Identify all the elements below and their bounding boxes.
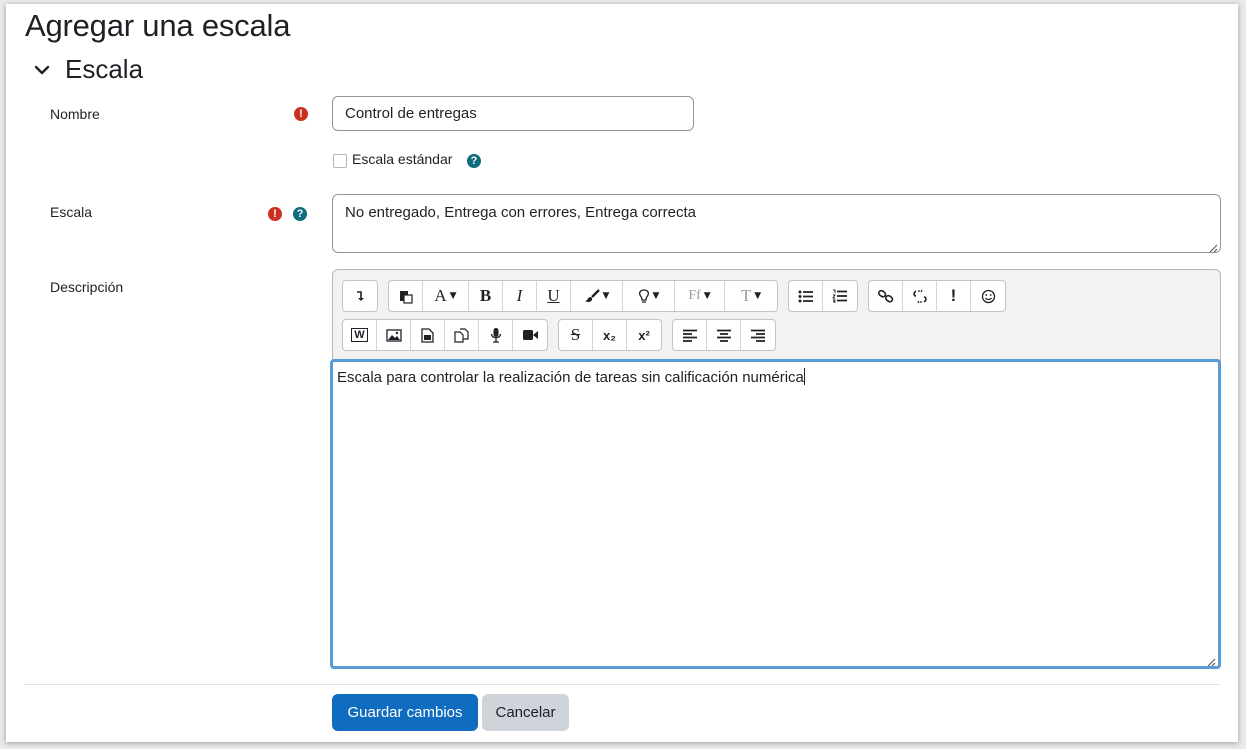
unlink-button[interactable] [903,281,937,311]
font-letter-icon: A [434,286,447,305]
toolbar-group [788,280,858,312]
strikethrough-button[interactable]: S [559,320,593,350]
align-right-icon [751,329,765,342]
divider [24,684,1220,685]
lightbulb-icon [638,288,649,303]
emoji-button[interactable] [971,281,1005,311]
font-size-button[interactable]: T ▼ [725,281,777,311]
bold-button[interactable]: B [469,281,503,311]
list-ul-icon [798,290,813,302]
insert-media-button[interactable] [411,320,445,350]
cancel-button[interactable]: Cancelar [482,694,569,731]
toolbar-group [342,280,378,312]
text-cursor [803,368,805,385]
word-icon: W [351,328,368,342]
toolbar-group: ! [868,280,1006,312]
standard-scale-checkbox[interactable] [333,154,347,168]
ordered-list-button[interactable] [823,281,857,311]
name-input[interactable]: Control de entregas [332,96,694,131]
paint-brush-icon [584,289,600,302]
standard-scale-label: Escala estándar [352,151,453,167]
align-right-button[interactable] [741,320,775,350]
font-family-label: Ff [688,288,701,303]
name-label: Nombre [50,106,100,122]
image-icon [385,328,402,342]
help-icon[interactable]: ? [293,207,307,221]
underline-button[interactable]: U [537,281,571,311]
highlight-button[interactable]: ▼ [623,281,675,311]
caret-down-icon: ▼ [703,291,711,301]
smiley-icon [981,289,995,303]
list-ol-icon [832,289,847,303]
toolbar-group: S x₂ x² [558,319,662,351]
align-left-button[interactable] [673,320,707,350]
microphone-icon [490,328,501,343]
required-icon: ! [294,107,308,121]
align-center-button[interactable] [707,320,741,350]
superscript-button[interactable]: x² [627,320,661,350]
link-icon [877,289,893,303]
insert-image-button[interactable] [377,320,411,350]
align-left-icon [682,329,697,342]
scale-label: Escala [50,204,93,220]
toolbar-group: W [342,319,548,351]
media-file-icon [421,327,434,343]
page-title: Agregar una escala [25,8,291,43]
toolbar-group: A ▼ B I U ▼ ▼ Ff ▼ T ▼ [388,280,778,312]
save-button[interactable]: Guardar cambios [332,694,478,731]
description-text: Escala para controlar la realización de … [337,369,804,386]
scale-textarea[interactable]: No entregado, Entrega con errores, Entre… [332,194,1221,253]
record-audio-button[interactable] [479,320,513,350]
form-container: Agregar una escala Escala Nombre ! Contr… [6,4,1238,742]
resize-handle-icon[interactable] [1208,240,1218,253]
collapse-arrow-icon [357,291,364,301]
paste-icon [399,290,413,304]
subscript-button[interactable]: x₂ [593,320,627,350]
help-icon[interactable]: ? [467,154,481,168]
unordered-list-button[interactable] [789,281,823,311]
scale-textarea-value: No entregado, Entrega con errores, Entre… [345,204,697,221]
description-label: Descripción [50,279,124,295]
font-family-button[interactable]: Ff ▼ [675,281,725,311]
manage-files-button[interactable] [445,320,479,350]
chevron-down-icon[interactable] [32,60,52,80]
caret-down-icon: ▼ [652,291,660,301]
editor-toolbar-row-1: A ▼ B I U ▼ ▼ Ff ▼ T ▼ ! [342,280,1016,312]
editor-toolbar-row-2: W S x₂ x² [342,319,786,351]
toggle-toolbar-button[interactable] [343,281,377,311]
link-button[interactable] [869,281,903,311]
italic-button[interactable]: I [503,281,537,311]
files-icon [454,327,469,343]
toolbar-group [672,319,776,351]
font-size-label: T [740,286,752,305]
section-header[interactable]: Escala [32,54,143,85]
background-color-button[interactable]: ▼ [571,281,623,311]
caret-down-icon: ▼ [602,291,610,301]
paste-button[interactable] [389,281,423,311]
required-icon: ! [268,207,282,221]
unlink-icon [912,289,927,303]
rich-text-editor: A ▼ B I U ▼ ▼ Ff ▼ T ▼ ! W S x₂ x² Escal… [330,269,1221,669]
description-editor-content[interactable]: Escala para controlar la realización de … [330,359,1221,669]
alert-button[interactable]: ! [937,281,971,311]
resize-handle-icon[interactable] [1206,654,1216,667]
caret-down-icon: ▼ [449,291,457,301]
video-camera-icon [522,330,538,340]
font-color-button[interactable]: A ▼ [423,281,469,311]
paste-from-word-button[interactable]: W [343,320,377,350]
record-video-button[interactable] [513,320,547,350]
section-title: Escala [65,54,144,84]
align-center-icon [716,329,731,342]
caret-down-icon: ▼ [754,291,762,301]
